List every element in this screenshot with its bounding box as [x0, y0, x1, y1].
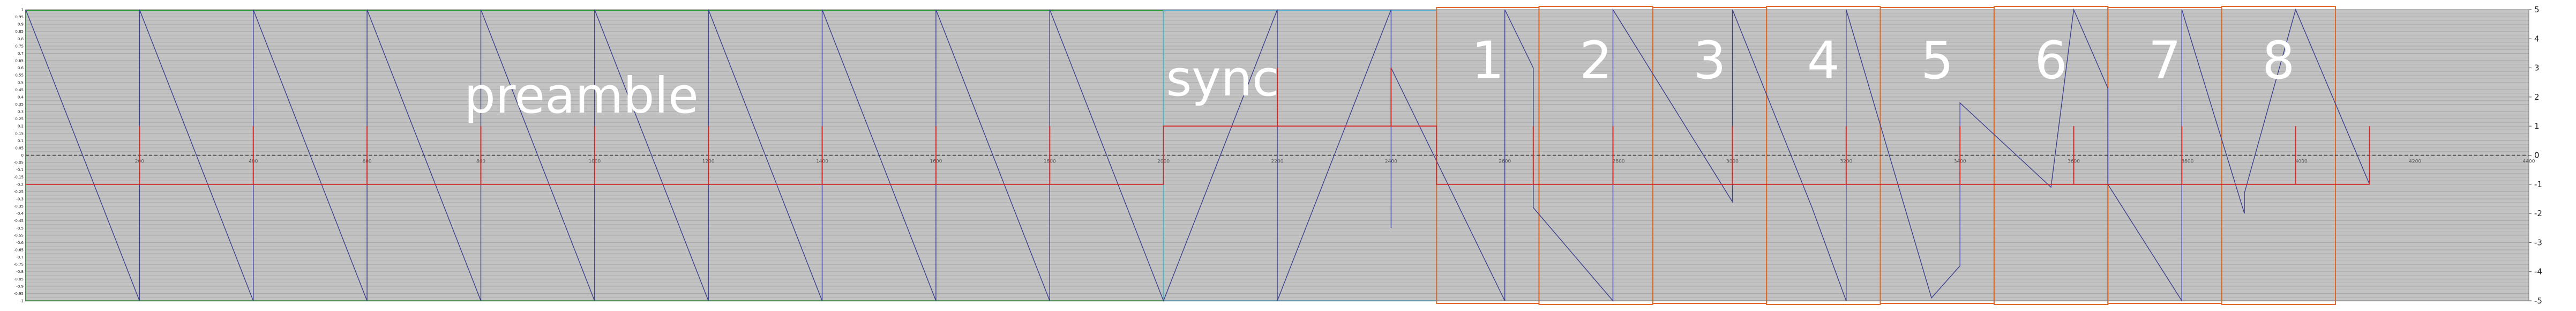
left-y-tick-label: -0.95	[14, 292, 24, 296]
right-y-tick-label: 3	[2534, 63, 2540, 73]
left-y-tick-label: 0.75	[15, 44, 24, 48]
left-y-tick-label: -0.05	[14, 161, 24, 165]
left-y-tick-label: -1	[20, 299, 24, 303]
left-y-tick-label: -0.15	[14, 175, 24, 180]
left-y-tick-label: 0.6	[18, 66, 24, 70]
right-y-tick-label: 2	[2534, 92, 2540, 102]
right-y-tick-label: 4	[2534, 34, 2540, 43]
right-y-tick-label: -3	[2534, 238, 2542, 247]
left-y-tick-label: -0.5	[16, 226, 24, 231]
left-y-tick-label: -0.55	[14, 233, 24, 238]
region-label-5: 5	[1921, 31, 1953, 91]
left-y-tick-label: 0.7	[18, 51, 24, 56]
left-y-tick-label: -0.1	[16, 168, 24, 172]
left-y-tick-label: -0.9	[16, 284, 24, 288]
left-y-tick-label: -0.3	[16, 197, 24, 201]
left-y-tick-label: 0.25	[15, 117, 24, 121]
left-y-tick-label: 0.8	[18, 37, 24, 41]
x-tick-label: 2800	[1613, 159, 1625, 165]
right-y-axis-ticks: 5 4 3 2 1 0 -1 -2 -3 -4 -5	[2529, 5, 2542, 306]
x-tick-label: 4200	[2409, 159, 2421, 165]
left-y-tick-label: -0.75	[14, 263, 24, 267]
left-y-axis-ticks: 1 0.95 0.9 0.85 0.8 0.75 0.7 0.65 0.6 0.55 0.5 0.45…	[14, 8, 24, 303]
left-y-tick-label: -0.85	[14, 277, 24, 282]
left-y-tick-label: 0.55	[15, 73, 24, 78]
x-tick-label: 4000	[2295, 159, 2308, 165]
left-y-tick-label: 0.5	[18, 80, 24, 85]
right-y-tick-label: 1	[2534, 121, 2540, 131]
left-y-tick-label: 0.9	[18, 23, 24, 27]
chart-canvas: 2004006008001000120014001600180020002200…	[14, 5, 2542, 306]
region-label-sync: sync	[1166, 50, 1279, 107]
right-y-tick-label: 0	[2534, 151, 2540, 160]
left-y-tick-label: 0.65	[15, 59, 24, 63]
right-y-tick-label: 5	[2534, 5, 2540, 14]
left-y-tick-label: -0.25	[14, 190, 24, 194]
left-y-tick-label: 0.95	[15, 15, 24, 19]
left-y-tick-label: 0.35	[15, 102, 24, 107]
left-y-tick-label: 0.4	[18, 95, 24, 99]
region-label-3: 3	[1693, 31, 1726, 91]
region-label-1: 1	[1471, 31, 1504, 91]
left-y-tick-label: -0.2	[16, 182, 24, 187]
right-y-tick-label: -5	[2534, 296, 2542, 306]
left-y-tick-label: 0.3	[18, 110, 24, 114]
left-y-tick-label: 0.45	[15, 88, 24, 92]
region-label-6: 6	[2035, 31, 2068, 91]
left-y-tick-label: -0.45	[14, 219, 24, 223]
left-y-tick-label: 0.85	[15, 29, 24, 34]
left-y-tick-label: 1	[21, 8, 24, 12]
region-label-8: 8	[2262, 31, 2295, 91]
left-y-tick-label: 0.1	[18, 139, 24, 143]
left-y-tick-label: -0.6	[16, 241, 24, 245]
region-label-4: 4	[1807, 31, 1840, 91]
x-tick-label: 3800	[2181, 159, 2193, 165]
left-y-tick-label: 0.2	[18, 124, 24, 129]
left-y-tick-label: -0.35	[14, 204, 24, 209]
region-label-2: 2	[1579, 31, 1612, 91]
region-label-preamble: preamble	[464, 67, 698, 124]
right-y-tick-label: -4	[2534, 267, 2542, 277]
right-y-tick-label: -1	[2534, 180, 2542, 189]
x-tick-label: 4400	[2523, 159, 2535, 165]
left-y-tick-label: -0.4	[16, 212, 24, 216]
left-y-tick-label: 0	[21, 153, 24, 158]
region-label-7: 7	[2148, 31, 2181, 91]
left-y-tick-label: 0.15	[15, 131, 24, 136]
left-y-tick-label: -0.65	[14, 248, 24, 252]
right-y-tick-label: -2	[2534, 209, 2542, 218]
left-y-tick-label: -0.8	[16, 270, 24, 274]
left-y-tick-label: -0.7	[16, 255, 24, 260]
left-y-tick-label: 0.05	[15, 146, 24, 150]
